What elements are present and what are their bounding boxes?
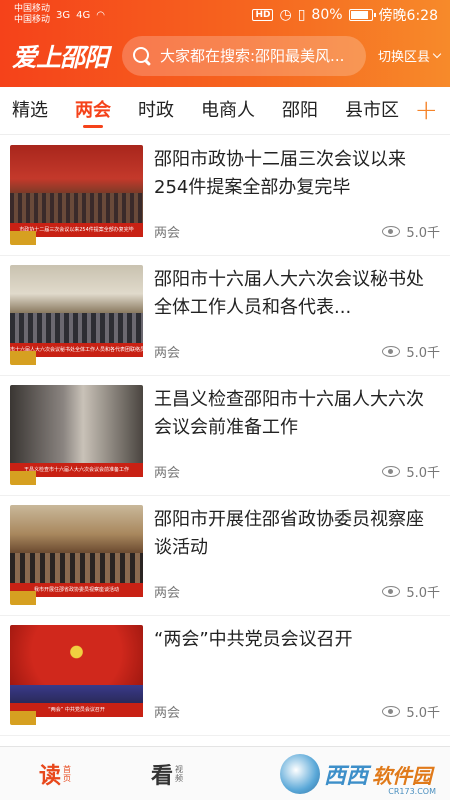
chevron-down-icon xyxy=(432,49,442,58)
nav-watch-label: 看 xyxy=(150,762,173,789)
news-thumbnail: “两会” 中共党员会议召开 xyxy=(10,625,143,725)
clock: 傍晚6:28 xyxy=(378,8,438,24)
news-item[interactable]: 市十六届人大六次会议秘书处全体工作人员和各代表团联络员会议召开 邵阳市十六届人大… xyxy=(0,256,450,376)
watermark-logo-icon xyxy=(279,754,320,794)
view-count: 5.0千 xyxy=(406,706,440,721)
category-tabs: 精选 两会 时政 电商人 邵阳 县市区 + xyxy=(0,87,450,135)
channel-badge xyxy=(10,231,36,245)
news-title: 邵阳市政协十二届三次会议以来254件提案全部办复完毕 xyxy=(154,149,406,198)
news-list: 市政协十二届三次会议以来254件提案全部办复完毕 邵阳市政协十二届三次会议以来2… xyxy=(0,136,450,736)
alarm-icon: ◷ xyxy=(279,7,292,23)
news-item[interactable]: 王昌义检查市十六届人大六次会议会前准备工作 王昌义检查邵阳市十六届人大六次会议会… xyxy=(0,376,450,496)
status-bar: 中国移动 中国移动 3G 4G ◠ HD ◷ ▯ 80% 傍晚6:28 xyxy=(0,0,450,30)
news-title: 邵阳市十六届人大六次会议秘书处全体工作人员和各代表... xyxy=(154,269,424,318)
watermark-text: 西西 xyxy=(323,764,368,789)
news-tag: 两会 xyxy=(154,466,181,481)
nav-read[interactable]: 读 首页 xyxy=(0,758,112,790)
news-tag: 两会 xyxy=(154,226,181,241)
news-title: 王昌义检查邵阳市十六届人大六次会议会前准备工作 xyxy=(154,389,424,438)
carrier-2: 中国移动 xyxy=(14,15,51,25)
nav-read-label: 读 xyxy=(38,762,61,789)
add-tab-icon[interactable]: + xyxy=(415,87,438,133)
bottom-nav: 读 首页 看 视频 西西 软件园 CR173.COM xyxy=(0,746,450,800)
eye-icon xyxy=(382,466,401,477)
view-count: 5.0千 xyxy=(406,346,440,361)
news-thumbnail: 市政协十二届三次会议以来254件提案全部办复完毕 xyxy=(10,145,143,245)
eye-icon xyxy=(382,346,401,357)
news-thumbnail: 我市开展住邵省政协委员视察座谈活动 xyxy=(10,505,143,605)
news-tag: 两会 xyxy=(154,706,181,721)
battery-icon xyxy=(348,9,376,21)
news-thumbnail: 市十六届人大六次会议秘书处全体工作人员和各代表团联络员会议召开 xyxy=(10,265,143,365)
tab-two-sessions[interactable]: 两会 xyxy=(75,87,111,135)
tab-politics[interactable]: 时政 xyxy=(138,87,174,135)
news-title: “两会”中共党员会议召开 xyxy=(154,629,353,650)
search-bar[interactable]: 大家都在搜索:邵阳最美风... xyxy=(122,35,366,76)
signal-2-label: 4G xyxy=(76,9,91,21)
tab-ecommerce[interactable]: 电商人 xyxy=(201,87,255,135)
eye-icon xyxy=(382,586,401,597)
app-header: 中国移动 中国移动 3G 4G ◠ HD ◷ ▯ 80% 傍晚6:28 爱上邵阳… xyxy=(0,0,450,87)
view-count: 5.0千 xyxy=(406,226,440,241)
watermark-subtext: 软件园 xyxy=(372,763,432,788)
view-count: 5.0千 xyxy=(406,586,440,601)
eye-icon xyxy=(382,226,401,237)
region-label: 切换区县 xyxy=(377,50,430,65)
channel-badge xyxy=(10,711,36,725)
vibrate-icon: ▯ xyxy=(297,7,306,23)
signal-1-label: 3G xyxy=(56,9,71,21)
news-thumbnail: 王昌义检查市十六届人大六次会议会前准备工作 xyxy=(10,385,143,485)
nav-watch-sublabel: 视频 xyxy=(175,764,183,783)
news-item[interactable]: “两会” 中共党员会议召开 “两会”中共党员会议召开 两会 5.0千 xyxy=(0,616,450,736)
search-icon xyxy=(132,46,152,66)
news-item[interactable]: 我市开展住邵省政协委员视察座谈活动 邵阳市开展住邵省政协委员视察座谈活动 两会 … xyxy=(0,496,450,616)
view-count: 5.0千 xyxy=(406,466,440,481)
tab-featured[interactable]: 精选 xyxy=(12,87,48,135)
channel-badge xyxy=(10,351,36,365)
news-item[interactable]: 市政协十二届三次会议以来254件提案全部办复完毕 邵阳市政协十二届三次会议以来2… xyxy=(0,136,450,256)
app-logo: 爱上邵阳 xyxy=(12,42,109,72)
search-placeholder: 大家都在搜索:邵阳最美风... xyxy=(160,47,345,65)
news-title: 邵阳市开展住邵省政协委员视察座谈活动 xyxy=(154,509,424,558)
tab-counties[interactable]: 县市区 xyxy=(345,87,399,135)
carrier-1: 中国移动 xyxy=(14,4,51,14)
tab-shaoyang[interactable]: 邵阳 xyxy=(282,87,318,135)
carrier-labels: 中国移动 中国移动 xyxy=(14,4,50,26)
news-tag: 两会 xyxy=(154,586,181,601)
hd-icon: HD xyxy=(252,9,274,21)
channel-badge xyxy=(10,591,36,605)
nav-watch[interactable]: 看 视频 xyxy=(112,758,224,790)
news-tag: 两会 xyxy=(154,346,181,361)
switch-region-button[interactable]: 切换区县 xyxy=(377,46,442,65)
eye-icon xyxy=(382,706,401,717)
watermark-url: CR173.COM xyxy=(388,787,436,796)
channel-badge xyxy=(10,471,36,485)
wifi-icon: ◠ xyxy=(96,9,105,21)
battery-percent: 80% xyxy=(311,7,343,23)
nav-read-sublabel: 首页 xyxy=(63,764,71,783)
